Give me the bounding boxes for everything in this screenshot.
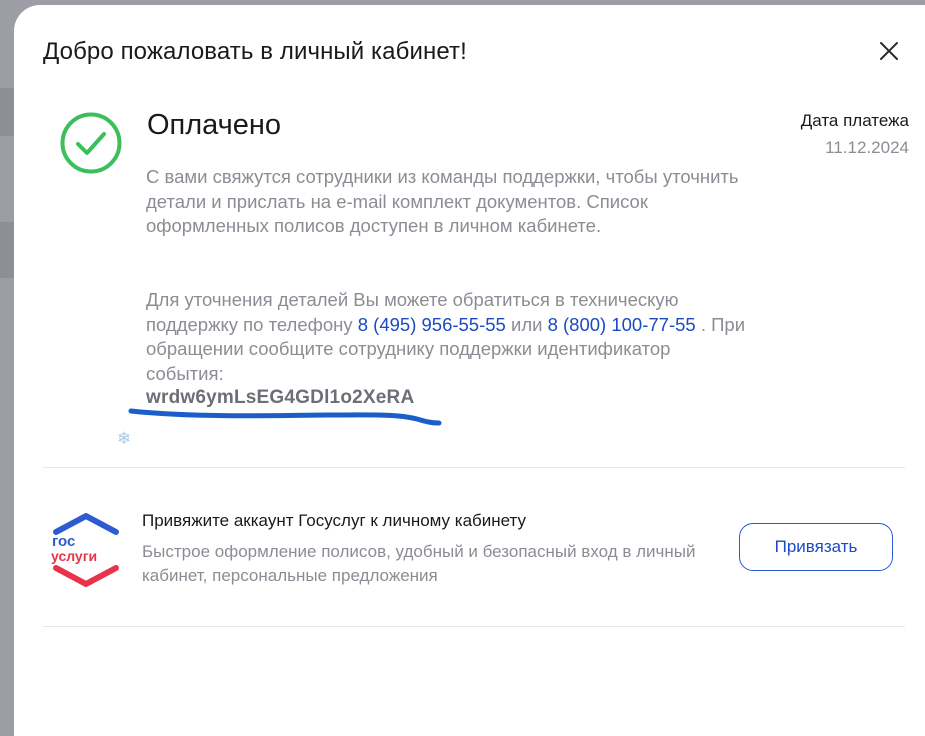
link-gosuslugi-button[interactable]: Привязать <box>739 523 893 571</box>
gosuslugi-title: Привяжите аккаунт Госуслуг к личному каб… <box>142 511 527 530</box>
gosuslugi-description: Быстрое оформление полисов, удобный и бе… <box>142 542 696 585</box>
section-divider <box>43 626 905 627</box>
backdrop-strip <box>0 222 14 278</box>
handwritten-underline <box>128 408 442 426</box>
phone-link-federal[interactable]: 8 (800) 100-77-55 <box>548 314 696 335</box>
section-divider <box>43 467 905 468</box>
modal-title: Добро пожаловать в личный кабинет! <box>43 38 467 65</box>
phone-link-moscow[interactable]: 8 (495) 956-55-55 <box>358 314 506 335</box>
snowflake-icon: ❄ <box>117 429 132 448</box>
check-circle-icon <box>60 112 122 174</box>
welcome-modal: Добро пожаловать в личный кабинет! Оплач… <box>14 5 925 736</box>
payment-date-label: Дата платежа <box>800 111 909 130</box>
support-phone-text: Для уточнения деталей Вы можете обратить… <box>146 288 746 386</box>
gosuslugi-logo: гос услуги <box>51 513 119 587</box>
payment-date-value: 11.12.2024 <box>825 138 909 157</box>
gosuslugi-logo-text-2: услуги <box>51 548 97 564</box>
support-contact-text: С вами свяжутся сотрудники из команды по… <box>146 166 739 236</box>
event-id: wrdw6ymLsEG4GDl1o2XeRA <box>146 387 415 408</box>
payment-status-title: Оплачено <box>147 109 282 141</box>
support-text-part: или <box>505 313 548 335</box>
backdrop-strip <box>0 88 14 136</box>
close-icon[interactable] <box>877 39 901 63</box>
